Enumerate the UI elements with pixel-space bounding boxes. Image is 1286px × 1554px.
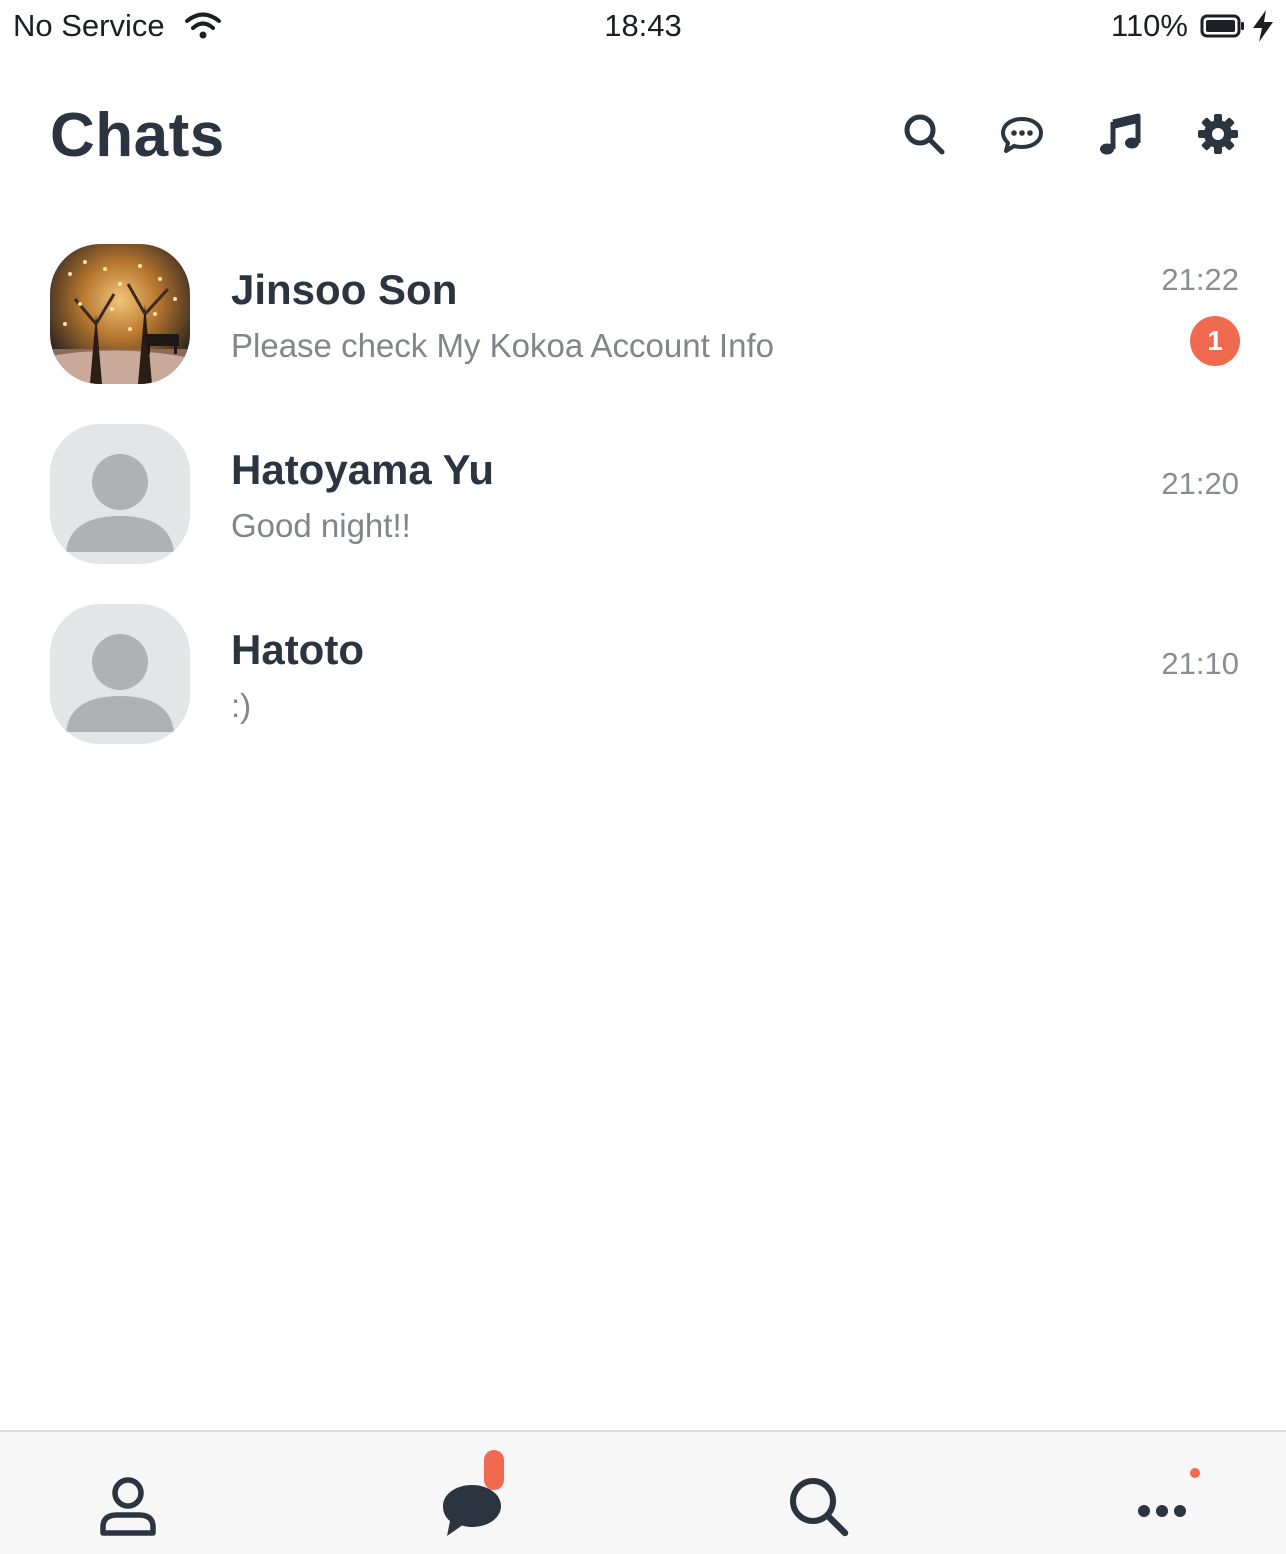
battery-icon (1200, 14, 1244, 38)
winter-park-photo (50, 244, 190, 384)
header: Chats (0, 92, 1286, 182)
new-chat-button[interactable] (998, 110, 1046, 158)
settings-button[interactable] (1194, 110, 1242, 158)
chat-name: Jinsoo Son (231, 266, 458, 313)
status-right: 110% (1111, 8, 1276, 44)
chat-row-hatoyama-yu[interactable]: Hatoyama Yu Good night!! 21:20 (0, 424, 1286, 604)
tab-search[interactable] (778, 1466, 858, 1546)
chat-preview: :) (231, 687, 252, 724)
music-button[interactable] (1096, 110, 1144, 158)
header-actions (850, 110, 1242, 158)
chats-screen: No Service 18:43 110% Chats Jinsoo Son P… (0, 0, 1286, 1554)
chat-time: 21:20 (1161, 466, 1239, 501)
avatar-photo (50, 244, 190, 384)
chat-list: Jinsoo Son Please check My Kokoa Account… (0, 244, 1286, 784)
chat-time: 21:22 (1161, 262, 1239, 297)
person-icon (100, 1477, 156, 1536)
chat-notification-dot (484, 1450, 504, 1490)
more-icon (1138, 1505, 1186, 1517)
default-person-icon (50, 604, 190, 744)
avatar-placeholder (50, 604, 190, 744)
settings-icon (1198, 114, 1238, 154)
chat-name: Hatoyama Yu (231, 446, 495, 493)
chat-preview: Good night!! (231, 507, 411, 544)
status-bar: No Service 18:43 110% (0, 0, 1286, 54)
status-time: 18:43 (604, 8, 682, 43)
charging-bolt-icon (1253, 10, 1273, 42)
page-title: Chats (50, 101, 225, 170)
tab-more[interactable] (1122, 1466, 1202, 1546)
chat-row-jinsoo-son[interactable]: Jinsoo Son Please check My Kokoa Account… (0, 244, 1286, 424)
chat-name: Hatoto (231, 626, 364, 673)
new-chat-icon (1001, 117, 1043, 153)
search-icon (790, 1478, 849, 1537)
music-icon (1100, 113, 1141, 155)
chat-row-hatoto[interactable]: Hatoto :) 21:10 (0, 604, 1286, 784)
battery-percent: 110% (1111, 8, 1188, 43)
chat-time: 21:10 (1161, 646, 1239, 681)
search-button[interactable] (900, 110, 948, 158)
chat-preview: Please check My Kokoa Account Info (231, 327, 774, 364)
avatar-placeholder (50, 424, 190, 564)
tab-friends[interactable] (88, 1466, 168, 1546)
search-icon (904, 114, 945, 155)
default-person-icon (50, 424, 190, 564)
unread-badge: 1 (1190, 316, 1240, 366)
tab-bar (0, 1430, 1286, 1554)
more-notification-dot (1190, 1468, 1200, 1478)
